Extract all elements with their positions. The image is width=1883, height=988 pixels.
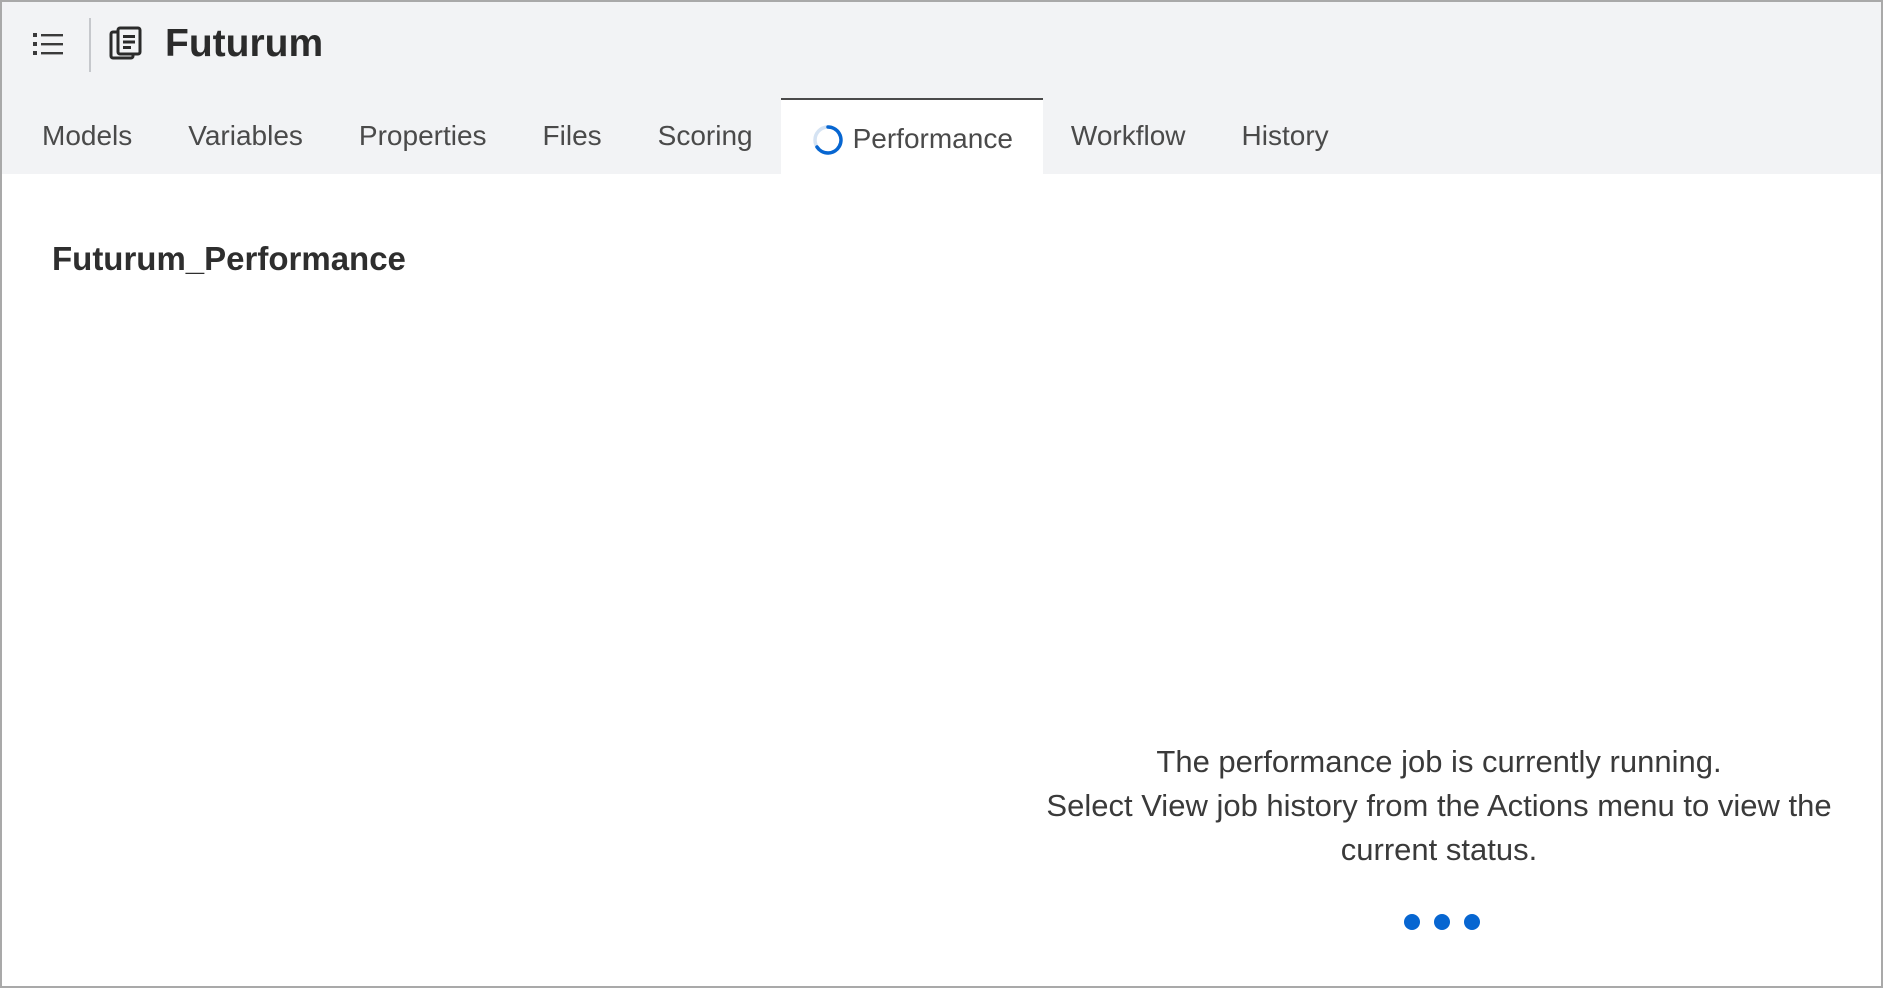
tab-label: History xyxy=(1241,120,1329,151)
loading-spinner-icon xyxy=(812,125,843,155)
header-divider xyxy=(89,18,91,72)
tab-scoring[interactable]: Scoring xyxy=(630,98,781,174)
loading-dot xyxy=(1404,914,1420,930)
tab-label: Performance xyxy=(852,123,1013,154)
loading-dot xyxy=(1434,914,1450,930)
tab-files[interactable]: Files xyxy=(515,98,630,174)
tab-label: Files xyxy=(542,120,602,151)
tab-history[interactable]: History xyxy=(1214,98,1357,174)
tab-label: Workflow xyxy=(1070,120,1186,151)
project-icon xyxy=(109,26,142,60)
page-title: Futurum_Performance xyxy=(52,240,406,277)
tab-performance[interactable]: Performance xyxy=(780,98,1043,174)
loading-dots-icon xyxy=(1404,912,1480,932)
app-header: Futurum Models Variables Properties File… xyxy=(2,2,1881,174)
status-line: current status. xyxy=(1340,832,1538,867)
status-line: The performance job is currently running… xyxy=(1156,744,1722,779)
loading-dot xyxy=(1464,914,1480,930)
main-content: Futurum_Performance The performance job … xyxy=(14,174,1881,986)
tab-label: Properties xyxy=(358,120,487,151)
app-title: Futurum xyxy=(165,22,324,65)
menu-button[interactable] xyxy=(24,24,72,64)
tab-label: Variables xyxy=(188,120,303,151)
tab-workflow[interactable]: Workflow xyxy=(1043,98,1214,174)
status-line: Select View job history from the Actions… xyxy=(1046,788,1832,823)
app-window: Futurum Models Variables Properties File… xyxy=(0,0,1883,988)
tab-variables[interactable]: Variables xyxy=(160,98,331,174)
tab-label: Models xyxy=(42,120,133,151)
job-status-message: The performance job is currently running… xyxy=(994,740,1883,872)
tab-label: Scoring xyxy=(657,120,753,151)
tab-bar: Models Variables Properties Files Scorin… xyxy=(14,98,1357,174)
tab-properties[interactable]: Properties xyxy=(331,98,515,174)
list-menu-icon xyxy=(33,33,63,55)
tab-models[interactable]: Models xyxy=(14,98,160,174)
